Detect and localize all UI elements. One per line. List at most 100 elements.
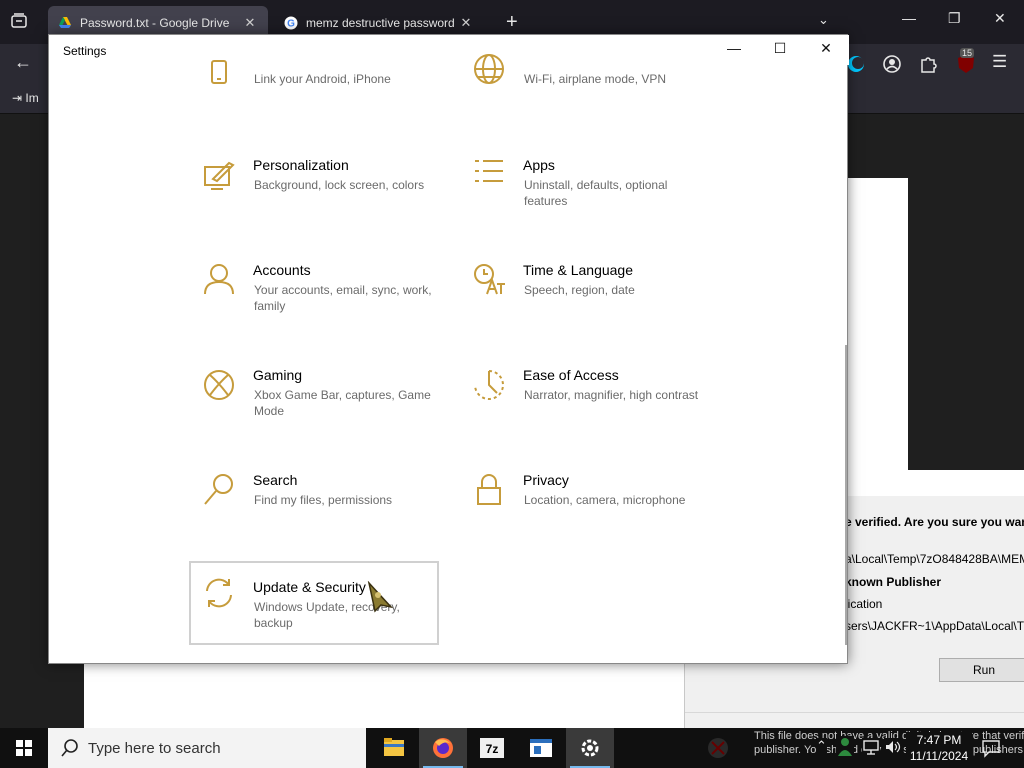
custom-cursor-icon [367, 580, 395, 613]
app-window-button[interactable] [517, 728, 565, 768]
tile-name: Ease of Access [523, 367, 619, 383]
tab-label: memz destructive password - G [306, 16, 458, 30]
phone-icon [211, 60, 227, 84]
network-icon[interactable] [862, 738, 880, 768]
folder-icon [384, 738, 404, 756]
tile-name: Gaming [253, 367, 303, 383]
minimize-icon[interactable]: — [902, 10, 916, 26]
account-icon[interactable] [882, 54, 902, 79]
tile-personalization[interactable]: Personalization Background, lock screen,… [189, 157, 439, 241]
tile-desc: Location, camera, microphone [524, 493, 686, 507]
tile-accounts[interactable]: Accounts Your accounts, email, sync, wor… [189, 262, 439, 346]
clock-date: 11/11/2024 [909, 749, 969, 763]
tile-name: Time & Language [523, 262, 633, 278]
publisher-value: known Publisher [845, 575, 942, 589]
personalization-icon [204, 161, 235, 190]
tile-search[interactable]: Search Find my files, permissions [189, 472, 439, 556]
globe-icon [474, 54, 504, 84]
7zip-icon: 7z [480, 738, 504, 758]
extension-badge: 15 [960, 48, 975, 58]
back-arrow-icon[interactable]: ← [14, 52, 32, 73]
time-language-icon [474, 264, 505, 295]
chevron-down-icon[interactable]: ⌄ [818, 12, 829, 28]
bookmark-import[interactable]: ⇥ Im [12, 91, 39, 105]
tab-list-icon[interactable] [10, 12, 30, 32]
type-value: lication [845, 597, 883, 611]
import-icon: ⇥ [12, 91, 23, 105]
extensions-puzzle-icon[interactable] [918, 54, 938, 79]
background-page-panel [848, 178, 908, 470]
tile-name: Update & Security [253, 579, 366, 595]
tile-update-security[interactable]: Update & Security Windows Update, recove… [189, 561, 439, 645]
tray-app-icon[interactable] [836, 736, 854, 768]
tile-time-language[interactable]: Time & Language Speech, region, date [459, 262, 709, 346]
tile-desc: Uninstall, defaults, optional features [524, 178, 668, 208]
sync-icon [206, 578, 232, 608]
tile-desc: Background, lock screen, colors [254, 178, 425, 192]
notification-icon[interactable] [980, 738, 1002, 758]
search-icon [204, 474, 233, 505]
extension-icon[interactable] [846, 54, 866, 79]
tab-label: Password.txt - Google Drive [80, 16, 230, 30]
windows-logo-icon [16, 740, 32, 756]
search-icon [61, 739, 78, 757]
tile-phone[interactable]: Link your Android, iPhone [189, 60, 439, 93]
tile-desc: Speech, region, date [524, 283, 635, 297]
tile-desc: Your accounts, email, sync, work, family [254, 283, 432, 313]
person-icon [204, 264, 234, 295]
close-icon[interactable]: ✕ [458, 15, 474, 31]
window-title: Settings [63, 44, 107, 58]
xbox-icon [204, 370, 234, 400]
google-drive-icon [58, 16, 72, 30]
tile-desc: Xbox Game Bar, captures, Game Mode [254, 388, 431, 418]
window-app-icon [530, 739, 552, 757]
warning-question: e verified. Are you sure you wan [845, 515, 1024, 529]
minimize-button[interactable]: — [711, 40, 757, 62]
search-placeholder: Type here to search [88, 740, 221, 757]
close-icon[interactable]: ✕ [994, 10, 1006, 27]
tile-apps[interactable]: Apps Uninstall, defaults, optional featu… [459, 157, 709, 241]
tile-name: Apps [523, 157, 555, 173]
taskbar: Type here to search 7z This file does no… [0, 728, 1024, 768]
clock[interactable]: 7:47 PM 11/11/2024 [906, 732, 972, 764]
tile-desc: Windows Update, recovery, backup [254, 600, 400, 630]
new-tab-button[interactable]: + [506, 11, 518, 34]
firefox-button[interactable] [419, 728, 467, 768]
tile-ease-of-access[interactable]: Ease of Access Narrator, magnifier, high… [459, 367, 709, 451]
tile-gaming[interactable]: Gaming Xbox Game Bar, captures, Game Mod… [189, 367, 439, 451]
gear-icon [581, 739, 599, 757]
file-explorer-button[interactable] [370, 728, 418, 768]
run-button[interactable]: Run [939, 658, 1024, 682]
tile-desc: Wi-Fi, airplane mode, VPN [524, 72, 667, 86]
taskbar-search-box[interactable]: Type here to search [48, 728, 366, 768]
restore-icon[interactable]: ❐ [948, 10, 961, 27]
svg-text:7z: 7z [486, 742, 499, 756]
tile-name: Accounts [253, 262, 311, 278]
apps-icon [475, 160, 503, 182]
malware-tray-icon[interactable] [706, 736, 730, 768]
background-page-panel [84, 664, 684, 728]
google-icon: G [284, 16, 298, 30]
settings-taskbar-button[interactable] [566, 728, 614, 768]
chevron-up-icon[interactable]: ⌃ [816, 738, 827, 768]
tile-network[interactable]: Wi-Fi, airplane mode, VPN [459, 54, 709, 93]
close-button[interactable]: ✕ [803, 40, 849, 62]
from-value: sers\JACKFR~1\AppData\Local\T [845, 619, 1024, 633]
start-button[interactable] [0, 728, 48, 768]
settings-window: Settings — ☐ ✕ Link your Android, iPhone… [48, 34, 849, 664]
maximize-button[interactable]: ☐ [757, 40, 803, 62]
ease-of-access-icon [474, 370, 504, 400]
tile-desc: Find my files, permissions [254, 493, 393, 507]
volume-icon[interactable] [884, 738, 902, 768]
tile-name: Search [253, 472, 298, 488]
file-path: a\Local\Temp\7zO848428BA\MEM [845, 552, 1024, 566]
tile-name: Personalization [253, 157, 349, 173]
hamburger-menu-icon[interactable]: ☰ [992, 52, 1007, 72]
scrollbar[interactable] [845, 345, 847, 645]
tile-privacy[interactable]: Privacy Location, camera, microphone [459, 472, 709, 556]
firefox-icon [433, 738, 453, 758]
close-icon[interactable]: ✕ [242, 15, 258, 31]
7zip-button[interactable]: 7z [468, 728, 516, 768]
tile-desc: Link your Android, iPhone [254, 72, 391, 86]
clock-time: 7:47 PM [916, 733, 962, 747]
